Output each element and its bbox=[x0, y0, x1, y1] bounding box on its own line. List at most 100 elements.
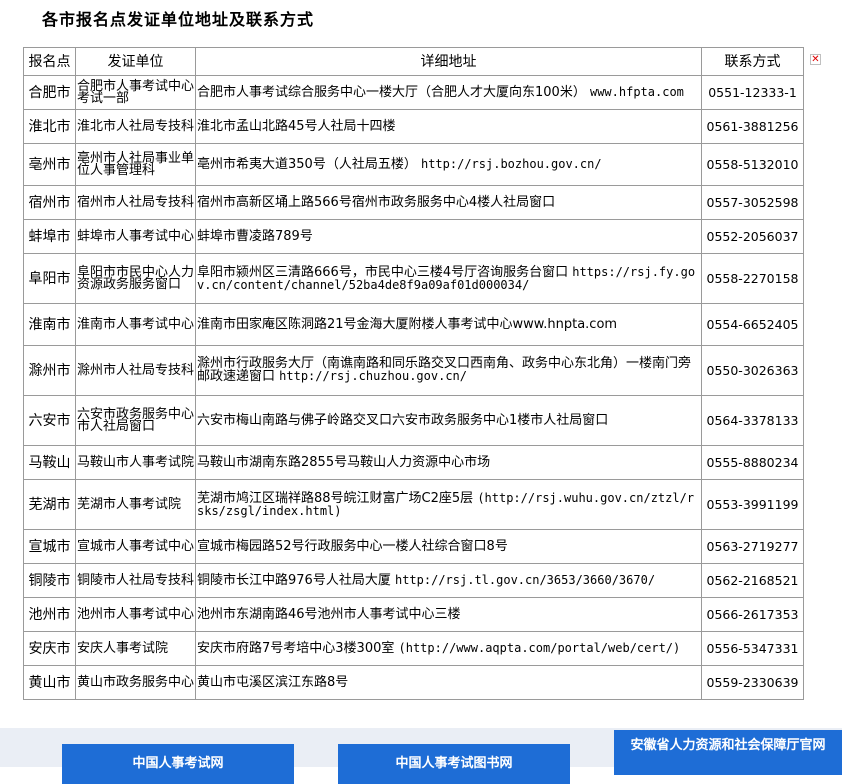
header-city: 报名点 bbox=[23, 47, 76, 76]
table-row: 合肥市 合肥市人事考试中心考试一部 合肥市人事考试综合服务中心一楼大厅（合肥人才大厦… bbox=[23, 75, 804, 110]
cell-unit: 淮北市人社局专技科 bbox=[75, 109, 196, 144]
table-row: 铜陵市 铜陵市人社局专技科 铜陵市长江中路976号人社局大厦 http://rsj.… bbox=[23, 563, 804, 598]
table-row: 芜湖市 芜湖市人事考试院 芜湖市鸠江区瑞祥路88号皖江财富广场C2座5层 (http… bbox=[23, 479, 804, 530]
cell-phone: 0558-5132010 bbox=[701, 143, 804, 186]
cell-phone: 0558-2270158 bbox=[701, 253, 804, 304]
cell-phone: 0564-3378133 bbox=[701, 395, 804, 446]
address-text: 蚌埠市曹凌路789号 bbox=[197, 228, 313, 244]
cell-address: 亳州市希夷大道350号（人社局五楼） http://rsj.bozhou.gov… bbox=[195, 143, 702, 186]
cell-unit: 铜陵市人社局专技科 bbox=[75, 563, 196, 598]
cell-phone: 0555-8880234 bbox=[701, 445, 804, 480]
table-row: 淮南市 淮南市人事考试中心 淮南市田家庵区陈洞路21号金海大厦附楼人事考试中心www… bbox=[23, 303, 804, 346]
cell-address: 阜阳市颍州区三清路666号，市民中心三楼4号厅咨询服务台窗口 https://r… bbox=[195, 253, 702, 304]
cell-city: 芜湖市 bbox=[23, 479, 76, 530]
cell-unit: 宣城市人事考试中心 bbox=[75, 529, 196, 564]
cell-address: 黄山市屯溪区滨江东路8号 bbox=[195, 665, 702, 700]
cell-city: 马鞍山 bbox=[23, 445, 76, 480]
table-row: 宿州市 宿州市人社局专技科 宿州市高新区埇上路566号宿州市政务服务中心4楼人社局窗… bbox=[23, 185, 804, 220]
cell-phone: 0562-2168521 bbox=[701, 563, 804, 598]
cell-city: 宿州市 bbox=[23, 185, 76, 220]
cell-phone: 0552-2056037 bbox=[701, 219, 804, 254]
address-text: 亳州市希夷大道350号（人社局五楼） bbox=[197, 157, 417, 172]
close-icon[interactable]: ✕ bbox=[810, 54, 821, 65]
cell-unit: 安庆人事考试院 bbox=[75, 631, 196, 666]
header-address: 详细地址 bbox=[195, 47, 702, 76]
cell-address: 宿州市高新区埇上路566号宿州市政务服务中心4楼人社局窗口 bbox=[195, 185, 702, 220]
header-phone: 联系方式 bbox=[701, 47, 804, 76]
cell-phone: 0559-2330639 bbox=[701, 665, 804, 700]
cell-unit: 淮南市人事考试中心 bbox=[75, 303, 196, 346]
address-url: www.hfpta.com bbox=[589, 85, 684, 99]
address-text: 宿州市高新区埇上路566号宿州市政务服务中心4楼人社局窗口 bbox=[197, 194, 556, 210]
address-text: 淮北市孟山北路45号人社局十四楼 bbox=[197, 118, 396, 134]
cell-unit: 滁州市人社局专技科 bbox=[75, 345, 196, 396]
cell-address: 芜湖市鸠江区瑞祥路88号皖江财富广场C2座5层 (http://rsj.wuhu… bbox=[195, 479, 702, 530]
address-url: http://rsj.bozhou.gov.cn/ bbox=[420, 157, 602, 171]
cell-address: 滁州市行政服务大厅（南谯南路和同乐路交叉口西南角、政务中心东北角）一楼南门旁邮政… bbox=[195, 345, 702, 396]
cell-address: 淮南市田家庵区陈洞路21号金海大厦附楼人事考试中心www.hnpta.com bbox=[195, 303, 702, 346]
cell-city: 阜阳市 bbox=[23, 253, 76, 304]
cell-address: 安庆市府路7号考培中心3楼300室 (http://www.aqpta.com/… bbox=[195, 631, 702, 666]
cell-unit: 池州市人事考试中心 bbox=[75, 597, 196, 632]
address-table: 报名点 发证单位 详细地址 联系方式 合肥市 合肥市人事考试中心考试一部 合肥市人事… bbox=[23, 47, 804, 700]
cell-unit: 蚌埠市人事考试中心 bbox=[75, 219, 196, 254]
cell-city: 宣城市 bbox=[23, 529, 76, 564]
cell-city: 合肥市 bbox=[23, 75, 76, 110]
table-row: 蚌埠市 蚌埠市人事考试中心 蚌埠市曹凌路789号 0552-2056037 bbox=[23, 219, 804, 254]
address-url: http://rsj.tl.gov.cn/3653/3660/3670/ bbox=[394, 573, 656, 587]
table-row: 滁州市 滁州市人社局专技科 滁州市行政服务大厅（南谯南路和同乐路交叉口西南角、政务中… bbox=[23, 345, 804, 396]
cell-unit: 合肥市人事考试中心考试一部 bbox=[75, 75, 196, 110]
cell-address: 淮北市孟山北路45号人社局十四楼 bbox=[195, 109, 702, 144]
cell-address: 宣城市梅园路52号行政服务中心一楼人社综合窗口8号 bbox=[195, 529, 702, 564]
cell-unit: 黄山市政务服务中心 bbox=[75, 665, 196, 700]
cell-phone: 0563-2719277 bbox=[701, 529, 804, 564]
header-unit: 发证单位 bbox=[75, 47, 196, 76]
address-text: 淮南市田家庵区陈洞路21号金海大厦附楼人事考试中心www.hnpta.com bbox=[197, 316, 618, 332]
cell-phone: 0550-3026363 bbox=[701, 345, 804, 396]
cell-unit: 阜阳市市民中心人力资源政务服务窗口 bbox=[75, 253, 196, 304]
cell-phone: 0557-3052598 bbox=[701, 185, 804, 220]
table-row: 淮北市 淮北市人社局专技科 淮北市孟山北路45号人社局十四楼 0561-3881256 bbox=[23, 109, 804, 144]
address-text: 合肥市人事考试综合服务中心一楼大厅（合肥人才大厦向东100米） bbox=[197, 85, 586, 100]
address-text: 安庆市府路7号考培中心3楼300室 bbox=[197, 641, 395, 656]
table-header-row: 报名点 发证单位 详细地址 联系方式 bbox=[23, 47, 804, 76]
table-row: 阜阳市 阜阳市市民中心人力资源政务服务窗口 阜阳市颍州区三清路666号，市民中心三楼… bbox=[23, 253, 804, 304]
link-cpta[interactable]: 中国人事考试网 bbox=[62, 744, 294, 784]
cell-city: 淮北市 bbox=[23, 109, 76, 144]
cell-city: 亳州市 bbox=[23, 143, 76, 186]
cell-city: 池州市 bbox=[23, 597, 76, 632]
page-title: 各市报名点发证单位地址及联系方式 bbox=[42, 10, 315, 29]
link-cpta-books[interactable]: 中国人事考试图书网 bbox=[338, 744, 570, 784]
cell-unit: 六安市政务服务中心市人社局窗口 bbox=[75, 395, 196, 446]
table-row: 安庆市 安庆人事考试院 安庆市府路7号考培中心3楼300室 (http://www.… bbox=[23, 631, 804, 666]
address-text: 池州市东湖南路46号池州市人事考试中心三楼 bbox=[197, 606, 461, 622]
cell-phone: 0553-3991199 bbox=[701, 479, 804, 530]
address-text: 马鞍山市湖南东路2855号马鞍山人力资源中心市场 bbox=[197, 454, 491, 470]
table-row: 黄山市 黄山市政务服务中心 黄山市屯溪区滨江东路8号 0559-2330639 bbox=[23, 665, 804, 700]
cell-phone: 0551-12333-1 bbox=[701, 75, 804, 110]
cell-city: 黄山市 bbox=[23, 665, 76, 700]
cell-address: 铜陵市长江中路976号人社局大厦 http://rsj.tl.gov.cn/36… bbox=[195, 563, 702, 598]
cell-phone: 0561-3881256 bbox=[701, 109, 804, 144]
cell-phone: 0556-5347331 bbox=[701, 631, 804, 666]
cell-address: 六安市梅山南路与佛子岭路交叉口六安市政务服务中心1楼市人社局窗口 bbox=[195, 395, 702, 446]
cell-city: 蚌埠市 bbox=[23, 219, 76, 254]
cell-address: 马鞍山市湖南东路2855号马鞍山人力资源中心市场 bbox=[195, 445, 702, 480]
cell-city: 六安市 bbox=[23, 395, 76, 446]
address-text: 铜陵市长江中路976号人社局大厦 bbox=[197, 573, 391, 588]
cell-city: 安庆市 bbox=[23, 631, 76, 666]
cell-city: 滁州市 bbox=[23, 345, 76, 396]
cell-unit: 马鞍山市人事考试院 bbox=[75, 445, 196, 480]
cell-phone: 0554-6652405 bbox=[701, 303, 804, 346]
link-ah-hrss[interactable]: 安徽省人力资源和社会保障厅官网 bbox=[614, 730, 842, 775]
cell-city: 淮南市 bbox=[23, 303, 76, 346]
address-text: 黄山市屯溪区滨江东路8号 bbox=[197, 674, 349, 690]
table-row: 马鞍山 马鞍山市人事考试院 马鞍山市湖南东路2855号马鞍山人力资源中心市场 0555… bbox=[23, 445, 804, 480]
table-row: 宣城市 宣城市人事考试中心 宣城市梅园路52号行政服务中心一楼人社综合窗口8号 056… bbox=[23, 529, 804, 564]
address-text: 六安市梅山南路与佛子岭路交叉口六安市政务服务中心1楼市人社局窗口 bbox=[197, 412, 609, 428]
cell-address: 池州市东湖南路46号池州市人事考试中心三楼 bbox=[195, 597, 702, 632]
address-url: (http://www.aqpta.com/portal/web/cert/) bbox=[398, 641, 681, 655]
cell-phone: 0566-2617353 bbox=[701, 597, 804, 632]
table-row: 亳州市 亳州市人社局事业单位人事管理科 亳州市希夷大道350号（人社局五楼） htt… bbox=[23, 143, 804, 186]
cell-city: 铜陵市 bbox=[23, 563, 76, 598]
